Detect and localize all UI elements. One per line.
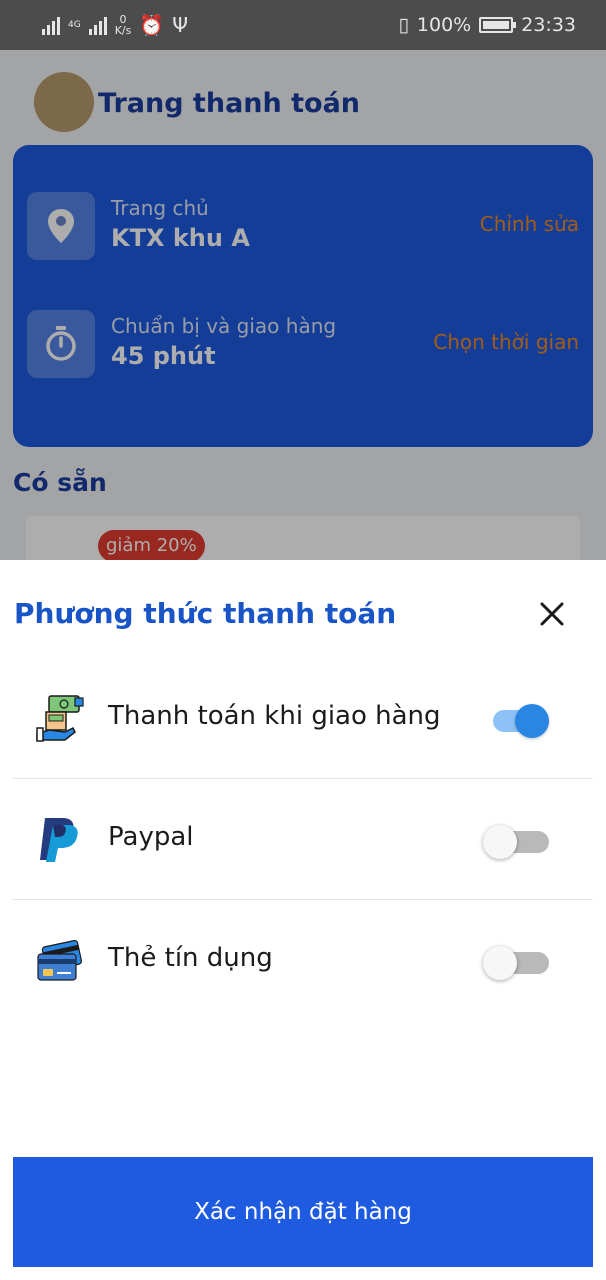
clock: 23:33: [521, 14, 576, 36]
confirm-order-button[interactable]: Xác nhận đặt hàng: [13, 1157, 593, 1267]
signal-strength-icon: [42, 15, 60, 35]
payment-toggle-credit-card[interactable]: [483, 946, 549, 980]
network-type: 4G: [68, 19, 81, 30]
credit-card-icon: [35, 936, 85, 986]
modal-overlay[interactable]: [0, 50, 606, 560]
signal-strength-icon: [88, 15, 107, 35]
status-bar: 4G 0 K/s ⏰ Ψ ▯ 100% 23:33: [0, 0, 606, 50]
payment-option-cod[interactable]: Thanh toán khi giao hàng: [13, 658, 593, 779]
payment-option-paypal[interactable]: Paypal: [13, 779, 593, 900]
battery-icon: [479, 17, 517, 33]
network-speed-unit: K/s: [114, 24, 132, 37]
usb-icon: Ψ: [172, 13, 189, 37]
close-icon: [540, 602, 564, 626]
payment-option-credit-card[interactable]: Thẻ tín dụng: [13, 900, 593, 1021]
status-left: 4G 0 K/s ⏰ Ψ: [42, 12, 188, 38]
payment-option-label: Thanh toán khi giao hàng: [108, 701, 441, 731]
sheet-title: Phương thức thanh toán: [14, 597, 397, 630]
payment-option-label: Paypal: [108, 822, 194, 852]
alarm-icon: ⏰: [139, 13, 165, 37]
battery-percent: 100%: [416, 14, 472, 36]
network-speed: 0 K/s: [115, 14, 132, 36]
status-right: ▯ 100% 23:33: [398, 12, 576, 38]
payment-method-sheet: Phương thức thanh toán Thanh toán khi gi…: [0, 560, 606, 1280]
close-button[interactable]: [532, 594, 572, 634]
cash-on-delivery-icon: [35, 694, 85, 744]
paypal-icon: [35, 815, 85, 865]
vibrate-icon: ▯: [398, 14, 409, 36]
payment-option-label: Thẻ tín dụng: [108, 943, 273, 973]
payment-toggle-cod[interactable]: [487, 704, 549, 738]
payment-toggle-paypal[interactable]: [483, 825, 549, 859]
